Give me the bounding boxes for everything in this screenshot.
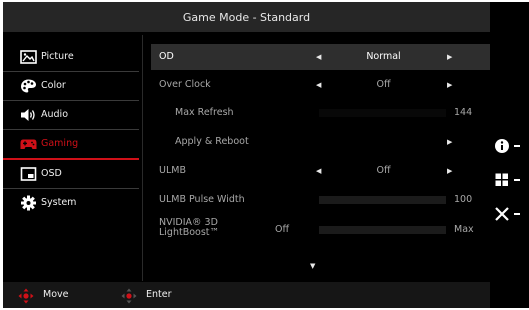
gamepad-icon bbox=[20, 139, 37, 149]
setting-apply-reboot-label: Apply & Reboot bbox=[175, 136, 249, 147]
gear-icon bbox=[21, 195, 36, 211]
arrow-right-icon[interactable]: ▶ bbox=[447, 158, 452, 184]
arrow-right-icon[interactable]: ▶ bbox=[447, 129, 452, 155]
osd-window-icon bbox=[20, 167, 37, 181]
setting-ulmb-pulse-width-label: ULMB Pulse Width bbox=[159, 194, 245, 205]
osd-menu: Game Mode - Standard Picture Color Audio bbox=[3, 2, 490, 308]
button-hint-strip bbox=[490, 2, 529, 308]
menu-item-osd[interactable]: OSD bbox=[3, 160, 139, 189]
menu-item-picture[interactable]: Picture bbox=[3, 43, 139, 72]
setting-ulmb-pulse-width[interactable]: ULMB Pulse Width 100 bbox=[151, 187, 490, 213]
setting-od[interactable]: OD ◀ Normal ▶ bbox=[151, 44, 490, 70]
divider bbox=[142, 35, 143, 281]
setting-ulmb-pulse-width-value: 100 bbox=[454, 194, 473, 205]
menu-item-audio[interactable]: Audio bbox=[3, 101, 139, 130]
osd-footer: Move Enter bbox=[3, 282, 490, 308]
setting-lightboost-state: Off bbox=[275, 224, 290, 235]
menu-label-osd: OSD bbox=[41, 168, 62, 179]
setting-over-clock-value: Off bbox=[376, 79, 391, 90]
setting-apply-reboot[interactable]: Apply & Reboot ▶ bbox=[151, 129, 490, 155]
setting-max-refresh[interactable]: Max Refresh 144 bbox=[151, 100, 490, 126]
max-refresh-slider[interactable] bbox=[319, 109, 446, 117]
ulmb-pulse-width-slider[interactable] bbox=[319, 196, 446, 204]
arrow-left-icon[interactable]: ◀ bbox=[316, 158, 321, 184]
setting-lightboost-value: Max bbox=[454, 224, 474, 235]
arrow-right-icon[interactable]: ▶ bbox=[447, 72, 452, 98]
setting-max-refresh-value: 144 bbox=[454, 107, 473, 118]
arrow-left-icon[interactable]: ◀ bbox=[316, 44, 321, 70]
footer-move-label: Move bbox=[43, 289, 69, 300]
menu-label-color: Color bbox=[41, 80, 66, 91]
setting-lightboost[interactable]: NVIDIA® 3D LightBoost™ Off Max bbox=[151, 215, 490, 245]
menu-item-color[interactable]: Color bbox=[3, 72, 139, 101]
setting-od-label: OD bbox=[159, 51, 174, 62]
lightboost-label-line2: LightBoost™ bbox=[159, 227, 220, 238]
menu-item-system[interactable]: System bbox=[3, 189, 139, 217]
dpad-enter-icon bbox=[121, 288, 137, 304]
menu-item-gaming[interactable]: Gaming bbox=[3, 130, 139, 160]
setting-lightboost-label: NVIDIA® 3D LightBoost™ bbox=[159, 218, 219, 238]
menu-label-picture: Picture bbox=[41, 51, 74, 62]
picture-icon bbox=[20, 50, 37, 64]
osd-title: Game Mode - Standard bbox=[3, 2, 490, 32]
arrow-right-icon[interactable]: ▶ bbox=[447, 44, 452, 70]
menu-label-audio: Audio bbox=[41, 109, 69, 120]
setting-od-value: Normal bbox=[366, 51, 401, 62]
setting-over-clock-label: Over Clock bbox=[159, 79, 211, 90]
arrow-left-icon[interactable]: ◀ bbox=[316, 72, 321, 98]
info-icon[interactable] bbox=[495, 138, 523, 154]
scroll-down-icon[interactable]: ▼ bbox=[310, 262, 315, 270]
setting-ulmb[interactable]: ULMB ◀ Off ▶ bbox=[151, 158, 490, 184]
setting-max-refresh-label: Max Refresh bbox=[175, 107, 234, 118]
close-icon[interactable] bbox=[495, 206, 523, 222]
setting-ulmb-value: Off bbox=[376, 165, 391, 176]
setting-over-clock[interactable]: Over Clock ◀ Off ▶ bbox=[151, 72, 490, 98]
grid-menu-icon[interactable] bbox=[495, 172, 523, 188]
menu-label-system: System bbox=[41, 197, 77, 208]
footer-enter-label: Enter bbox=[146, 289, 172, 300]
dpad-move-icon bbox=[18, 288, 34, 304]
setting-ulmb-label: ULMB bbox=[159, 165, 186, 176]
lightboost-slider[interactable] bbox=[319, 226, 446, 234]
speaker-icon bbox=[21, 109, 35, 121]
palette-icon bbox=[21, 79, 36, 93]
menu-label-gaming: Gaming bbox=[41, 138, 79, 149]
